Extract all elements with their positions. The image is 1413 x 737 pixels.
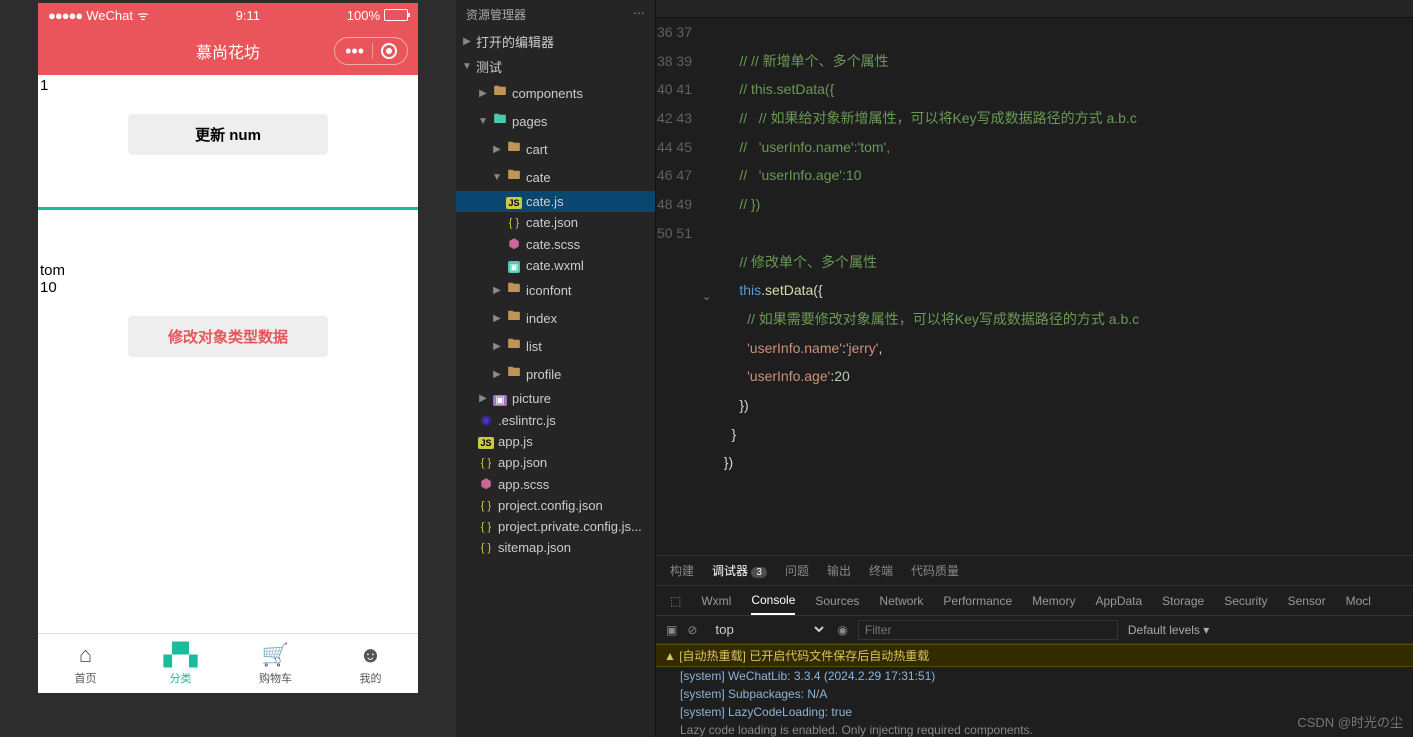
- profile-icon: ☻: [359, 642, 382, 668]
- section-project[interactable]: ▼测试: [456, 54, 655, 79]
- tab-appdata[interactable]: AppData: [1095, 588, 1142, 614]
- file-app-scss[interactable]: ⬢app.scss: [456, 473, 655, 495]
- tab-category[interactable]: ▞▚分类: [133, 634, 228, 693]
- file-project-private[interactable]: { }project.private.config.js...: [456, 516, 655, 537]
- clear-console-icon[interactable]: ⊘: [687, 623, 697, 637]
- folder-picture[interactable]: ▶▣picture: [456, 388, 655, 409]
- cart-icon: 🛒: [262, 642, 289, 668]
- tab-build[interactable]: 构建: [670, 562, 694, 579]
- tab-storage[interactable]: Storage: [1162, 588, 1204, 614]
- divider: [38, 207, 418, 210]
- panel-tabs-primary: 构建 调试器 3 问题 输出 终端 代码质量: [656, 556, 1413, 586]
- tab-profile[interactable]: ☻我的: [323, 634, 418, 693]
- capsule-menu[interactable]: •••: [334, 37, 408, 65]
- log-line: [system] Subpackages: N/A: [656, 685, 1413, 703]
- wifi-icon: ᯤ: [137, 6, 149, 24]
- user-age-value: 10: [40, 279, 416, 296]
- tab-performance[interactable]: Performance: [943, 588, 1012, 614]
- fold-chevron-icon[interactable]: ⌄: [702, 286, 711, 309]
- folder-profile[interactable]: ▶🖿profile: [456, 360, 655, 388]
- watermark: CSDN @时光の尘: [1297, 712, 1403, 731]
- tab-sensor[interactable]: Sensor: [1288, 588, 1326, 614]
- file-project-config[interactable]: { }project.config.json: [456, 495, 655, 516]
- log-levels-select[interactable]: Default levels ▾: [1128, 623, 1209, 637]
- explorer-header: 资源管理器 ⋯: [456, 0, 655, 29]
- console-filter-input[interactable]: [858, 620, 1118, 640]
- tab-cart[interactable]: 🛒购物车: [228, 634, 323, 693]
- carrier-label: WeChat: [86, 8, 133, 23]
- tab-network[interactable]: Network: [879, 588, 923, 614]
- folder-cate[interactable]: ▼🖿cate: [456, 163, 655, 191]
- page-body: 1 更新 num tom 10 修改对象类型数据: [38, 75, 418, 633]
- section-open-editors[interactable]: ▶打开的编辑器: [456, 29, 655, 54]
- tab-sources[interactable]: Sources: [815, 588, 859, 614]
- console-toolbar: ▣ ⊘ top ◉ Default levels ▾: [656, 616, 1413, 644]
- log-line: [system] WeChatLib: 3.3.4 (2024.2.29 17:…: [656, 667, 1413, 685]
- tab-console[interactable]: Console: [751, 587, 795, 615]
- context-selector[interactable]: top: [707, 619, 827, 640]
- explorer-panel: 资源管理器 ⋯ ▶打开的编辑器 ▼测试 ▶🖿components ▼🖿pages…: [456, 0, 656, 737]
- file-cate-wxml[interactable]: ▣cate.wxml: [456, 255, 655, 276]
- debugger-badge: 3: [751, 567, 767, 578]
- tab-codequality[interactable]: 代码质量: [911, 562, 959, 579]
- folder-components[interactable]: ▶🖿components: [456, 79, 655, 107]
- capsule-close-icon[interactable]: [381, 43, 397, 59]
- update-object-button[interactable]: 修改对象类型数据: [128, 316, 328, 357]
- live-expression-icon[interactable]: ◉: [837, 623, 847, 637]
- tab-security[interactable]: Security: [1224, 588, 1267, 614]
- tab-mock[interactable]: Mocl: [1346, 588, 1371, 614]
- bottom-panel: 构建 调试器 3 问题 输出 终端 代码质量 ⬚ Wxml Console So…: [656, 555, 1413, 737]
- nav-bar: 慕尚花坊 •••: [38, 27, 418, 75]
- update-num-button[interactable]: 更新 num: [128, 114, 328, 155]
- folder-index[interactable]: ▶🖿index: [456, 304, 655, 332]
- signal-icon: ●●●●●: [48, 8, 82, 23]
- file-eslintrc[interactable]: ◉.eslintrc.js: [456, 409, 655, 431]
- log-warning: [自动热重载] 已开启代码文件保存后自动热重载: [656, 644, 1413, 667]
- code-content[interactable]: // // 新增单个、多个属性 // this.setData({ // // …: [706, 18, 1413, 555]
- tab-wxml[interactable]: Wxml: [701, 588, 731, 614]
- user-name-value: tom: [40, 262, 416, 279]
- file-cate-js[interactable]: JScate.js: [456, 191, 655, 212]
- tab-bar: ⌂首页 ▞▚分类 🛒购物车 ☻我的: [38, 633, 418, 693]
- status-bar: ●●●●● WeChat ᯤ 9:11 100%: [38, 3, 418, 27]
- file-app-json[interactable]: { }app.json: [456, 452, 655, 473]
- file-cate-json[interactable]: { }cate.json: [456, 212, 655, 233]
- folder-pages[interactable]: ▼🖿pages: [456, 107, 655, 135]
- line-gutter: 36 37 38 39 40 41 42 43 44 45 46 47 48 4…: [656, 18, 706, 555]
- battery-pct: 100%: [347, 8, 380, 23]
- tab-home[interactable]: ⌂首页: [38, 634, 133, 693]
- editor-tabs-strip: [656, 0, 1413, 18]
- status-time: 9:11: [236, 8, 260, 23]
- tab-debugger[interactable]: 调试器 3: [712, 562, 767, 579]
- category-icon: ▞▚: [164, 642, 198, 668]
- num-value: 1: [40, 77, 416, 94]
- inspect-icon[interactable]: ⬚: [670, 594, 681, 608]
- console-sidebar-icon[interactable]: ▣: [666, 623, 677, 637]
- devtools-tabs: ⬚ Wxml Console Sources Network Performan…: [656, 586, 1413, 616]
- battery-icon: [384, 9, 408, 21]
- capsule-divider: [372, 43, 373, 59]
- explorer-title: 资源管理器: [466, 6, 526, 23]
- phone-frame: ●●●●● WeChat ᯤ 9:11 100% 慕尚花坊 •••: [38, 3, 418, 693]
- home-icon: ⌂: [79, 642, 92, 668]
- tab-terminal[interactable]: 终端: [869, 562, 893, 579]
- tab-memory[interactable]: Memory: [1032, 588, 1075, 614]
- folder-list[interactable]: ▶🖿list: [456, 332, 655, 360]
- file-sitemap[interactable]: { }sitemap.json: [456, 537, 655, 558]
- capsule-more-icon[interactable]: •••: [345, 46, 364, 56]
- code-editor[interactable]: 36 37 38 39 40 41 42 43 44 45 46 47 48 4…: [656, 18, 1413, 555]
- simulator-panel: ●●●●● WeChat ᯤ 9:11 100% 慕尚花坊 •••: [0, 0, 456, 737]
- file-app-js[interactable]: JSapp.js: [456, 431, 655, 452]
- file-cate-scss[interactable]: ⬢cate.scss: [456, 233, 655, 255]
- tab-problems[interactable]: 问题: [785, 562, 809, 579]
- folder-iconfont[interactable]: ▶🖿iconfont: [456, 276, 655, 304]
- editor-panel: 36 37 38 39 40 41 42 43 44 45 46 47 48 4…: [656, 0, 1413, 737]
- nav-title: 慕尚花坊: [196, 39, 260, 63]
- tab-output[interactable]: 输出: [827, 562, 851, 579]
- explorer-more-icon[interactable]: ⋯: [633, 6, 645, 23]
- folder-cart[interactable]: ▶🖿cart: [456, 135, 655, 163]
